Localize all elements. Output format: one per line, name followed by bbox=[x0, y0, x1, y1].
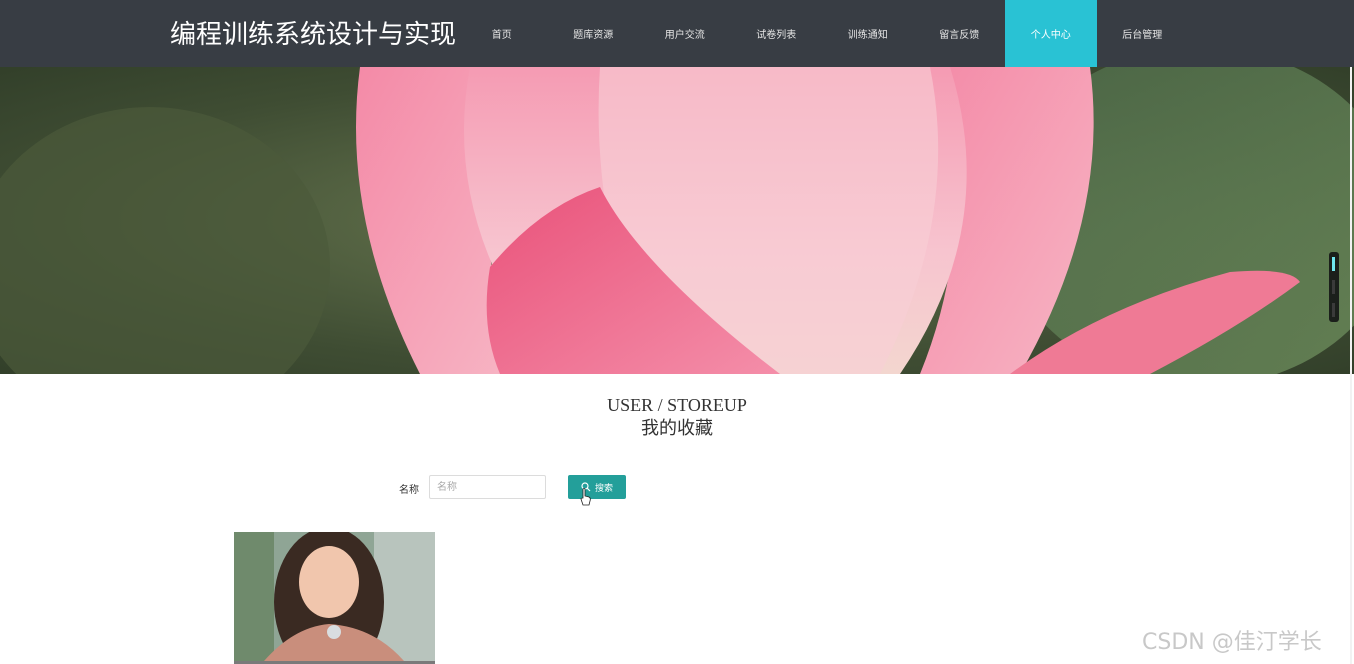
site-title: 编程训练系统设计与实现 bbox=[170, 20, 457, 50]
nav-item-personal-center[interactable]: 个人中心 bbox=[1005, 0, 1097, 67]
page-scrollbar[interactable] bbox=[1350, 67, 1352, 664]
section-title-en: USER / STOREUP bbox=[607, 395, 747, 415]
main-nav: 首页 题库资源 用户交流 试卷列表 训练通知 留言反馈 个人中心 后台管理 bbox=[456, 0, 1188, 67]
nav-item-home[interactable]: 首页 bbox=[456, 0, 548, 67]
section-title: USER / STOREUP 我的收藏 bbox=[0, 394, 1354, 442]
favorite-card-image bbox=[234, 532, 435, 661]
hand-cursor-icon bbox=[580, 488, 591, 506]
nav-item-training-notice[interactable]: 训练通知 bbox=[822, 0, 914, 67]
watermark: CSDN @佳汀学长 bbox=[1142, 630, 1322, 655]
banner-carousel[interactable] bbox=[0, 67, 1354, 374]
slider-dot[interactable] bbox=[1332, 257, 1335, 271]
lotus-banner-image bbox=[0, 67, 1354, 374]
section-title-cn: 我的收藏 bbox=[641, 418, 713, 439]
nav-item-feedback[interactable]: 留言反馈 bbox=[914, 0, 1006, 67]
favorite-card[interactable] bbox=[234, 532, 435, 664]
nav-item-user-exchange[interactable]: 用户交流 bbox=[639, 0, 731, 67]
slider-dot[interactable] bbox=[1332, 303, 1335, 317]
nav-item-question-bank[interactable]: 题库资源 bbox=[548, 0, 640, 67]
search-label: 名称 bbox=[399, 485, 419, 496]
nav-item-exam-list[interactable]: 试卷列表 bbox=[731, 0, 823, 67]
search-button[interactable]: 搜索 bbox=[568, 475, 626, 499]
slider-indicator bbox=[1329, 252, 1339, 322]
top-header: 编程训练系统设计与实现 首页 题库资源 用户交流 试卷列表 训练通知 留言反馈 … bbox=[0, 0, 1354, 67]
slider-dot[interactable] bbox=[1332, 280, 1335, 294]
nav-item-admin[interactable]: 后台管理 bbox=[1097, 0, 1189, 67]
search-button-label: 搜索 bbox=[594, 483, 613, 494]
search-input[interactable] bbox=[429, 475, 546, 499]
